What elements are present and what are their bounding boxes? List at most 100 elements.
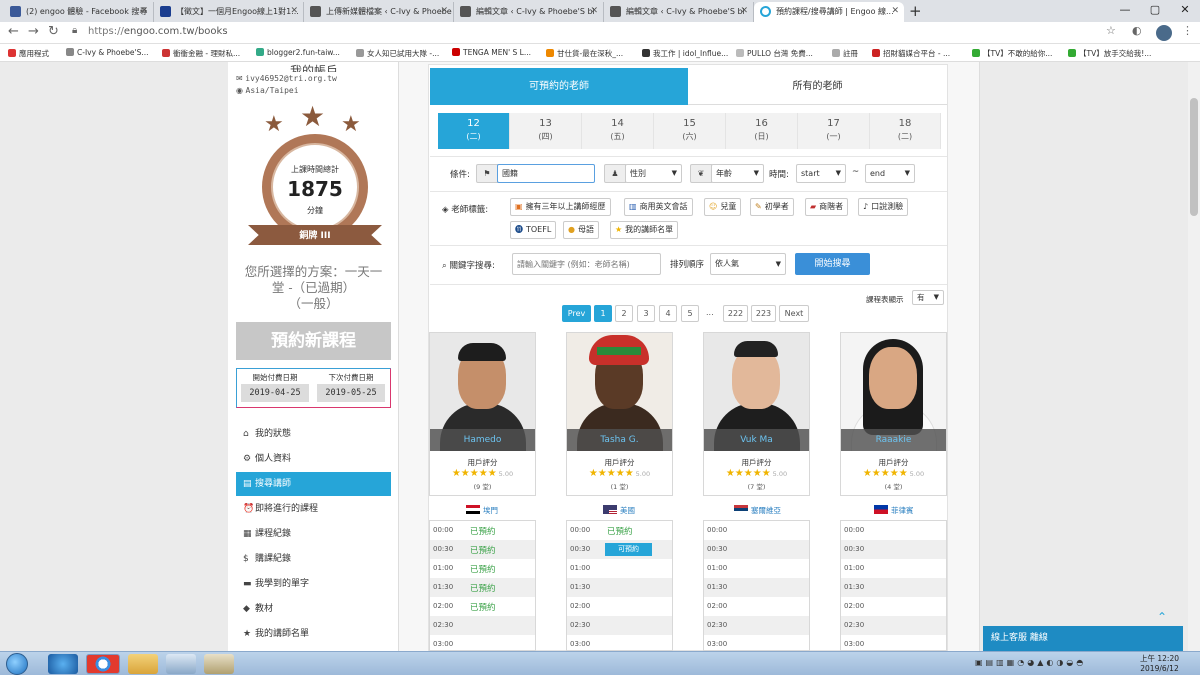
browser-tab[interactable]: 編輯文章 ‹ C-Ivy & Phoebe'S bl ✕	[454, 2, 604, 22]
bookmark-item[interactable]: PULLO 台灣 免費...	[736, 48, 813, 59]
bookmark-item[interactable]: TENGA MEN' S L...	[452, 48, 531, 57]
schedule-slot[interactable]: 00:30 可預約	[567, 540, 672, 559]
teacher-name[interactable]: Tasha G.	[567, 429, 672, 451]
tag-my-teachers[interactable]: ★ 我的講師名單	[610, 221, 679, 239]
sort-select[interactable]: 依人氣 ▼	[710, 253, 786, 275]
bookmark-item[interactable]: 應用程式	[8, 48, 49, 59]
age-select[interactable]: 年齡 ▼	[711, 164, 764, 183]
explorer-icon[interactable]	[128, 654, 158, 674]
bookmark-item[interactable]: 【TV】放手交給我!...	[1068, 48, 1151, 59]
pagination-prev[interactable]: Prev	[562, 305, 591, 322]
sidebar-item-upcoming[interactable]: ⏰即將進行的課程	[236, 497, 391, 521]
avatar[interactable]	[1156, 25, 1172, 41]
teacher-card[interactable]: Tasha G. 用戶評分 ★★★★★ 5.00 (1 堂)	[566, 332, 673, 496]
teacher-name[interactable]: Raaakie	[841, 429, 946, 451]
bookmark-item[interactable]: 招財貓媒合平台 - ...	[872, 48, 950, 59]
forward-icon[interactable]: →	[28, 24, 39, 39]
close-tab-icon[interactable]: ✕	[590, 6, 598, 16]
live-chat-button[interactable]: 線上客服 離線	[983, 626, 1183, 651]
date-tab[interactable]: 15 (六)	[654, 113, 726, 149]
schedule-toggle-select[interactable]: 有 ▼	[912, 290, 944, 305]
tab-available-teachers[interactable]: 可預約的老師	[430, 68, 688, 105]
system-tray[interactable]: ▣▤▥▦◔◕▲◐◑◒◓	[975, 658, 1086, 667]
browser-tab-active[interactable]: 預約課程/搜尋講師 | Engoo 線... ✕	[754, 2, 904, 22]
close-tab-icon[interactable]: ✕	[140, 6, 148, 16]
book-new-lesson-button[interactable]: 預約新課程	[236, 322, 391, 360]
teacher-card[interactable]: Hamedo 用戶評分 ★★★★★ 5.00 (9 堂)	[429, 332, 536, 496]
tag-kids[interactable]: ☺ 兒童	[704, 198, 742, 216]
keyword-search-input[interactable]	[512, 253, 661, 275]
pagination-page[interactable]: 2	[615, 305, 633, 322]
bookmark-item[interactable]: 女人知已試用大隊 -...	[356, 48, 439, 59]
bookmark-item[interactable]: blogger2.fun-taiw...	[256, 48, 340, 57]
start-search-button[interactable]: 開始搜尋	[795, 253, 870, 275]
teacher-card[interactable]: Raaakie 用戶評分 ★★★★★ 5.00 (4 堂)	[840, 332, 947, 496]
clock[interactable]: 上午 12:20 2019/6/12	[1140, 654, 1179, 674]
browser-tab[interactable]: (2) engoo 體驗 - Facebook 搜尋 ✕	[4, 2, 154, 22]
date-tab[interactable]: 18 (二)	[870, 113, 941, 149]
teacher-card[interactable]: Vuk Ma 用戶評分 ★★★★★ 5.00 (7 堂)	[703, 332, 810, 496]
sidebar-item-history[interactable]: ▦ 課程紀錄	[236, 522, 391, 546]
bookmark-item[interactable]: 衝衝金融 - 理財私...	[162, 48, 240, 59]
bookmark-item[interactable]: C-Ivy & Phoebe'S...	[66, 48, 148, 57]
date-tab[interactable]: 13 (四)	[510, 113, 582, 149]
gender-select[interactable]: 性別 ▼	[625, 164, 682, 183]
sidebar-item-favorite-teachers[interactable]: ★ 我的講師名單	[236, 622, 391, 646]
paint-icon[interactable]	[204, 654, 234, 674]
pagination-page[interactable]: 223	[751, 305, 776, 322]
extension-icon[interactable]: ◐	[1132, 24, 1142, 37]
close-tab-icon[interactable]: ✕	[891, 6, 899, 16]
pagination-page[interactable]: 222	[723, 305, 748, 322]
minimize-button[interactable]: —	[1110, 0, 1140, 22]
pagination-page[interactable]: 4	[659, 305, 677, 322]
browser-tab[interactable]: 【徵文】一個月Engoo線上1對1... ✕	[154, 2, 304, 22]
new-tab-button[interactable]: +	[909, 2, 922, 20]
tag-beginner[interactable]: ✎ 初學者	[750, 198, 794, 216]
more-menu-icon[interactable]: ⋮	[1182, 24, 1193, 37]
date-tab[interactable]: 14 (五)	[582, 113, 654, 149]
nationality-input[interactable]: 國籍	[497, 164, 595, 183]
back-icon[interactable]: ←	[8, 24, 19, 39]
sidebar-item-search-teachers[interactable]: ▤ 搜尋講師	[236, 472, 391, 496]
book-slot-button[interactable]: 可預約	[605, 543, 652, 556]
tag-experienced[interactable]: ▣ 擁有三年以上講師經歷	[510, 198, 611, 216]
browser-tab[interactable]: 編輯文章 ‹ C-Ivy & Phoebe'S bl ✕	[604, 2, 754, 22]
tab-all-teachers[interactable]: 所有的老師	[688, 68, 947, 105]
pagination-page[interactable]: 3	[637, 305, 655, 322]
date-tab[interactable]: 12 (二)	[438, 113, 510, 149]
tag-business-english[interactable]: ▥ 商用英文會話	[624, 198, 693, 216]
close-tab-icon[interactable]: ✕	[290, 6, 298, 16]
tag-toefl[interactable]: ⓫ TOEFL	[510, 221, 557, 239]
close-tab-icon[interactable]: ✕	[740, 6, 748, 16]
browser-tab[interactable]: 上傳新媒體檔案 ‹ C-Ivy & Phoebe ✕	[304, 2, 454, 22]
tag-native[interactable]: ● 母語	[563, 221, 599, 239]
sidebar-item-vocabulary[interactable]: ▬ 我學到的單字	[236, 572, 391, 596]
teacher-name[interactable]: Hamedo	[430, 429, 535, 451]
tag-advanced[interactable]: ▰ 商階者	[805, 198, 849, 216]
page-scrollbar[interactable]	[1188, 62, 1200, 651]
teacher-name[interactable]: Vuk Ma	[704, 429, 809, 451]
url-field[interactable]: https://engoo.com.tw/books	[88, 26, 228, 37]
maximize-button[interactable]: ▢	[1140, 0, 1170, 22]
date-tab[interactable]: 17 (一)	[798, 113, 870, 149]
ie-icon[interactable]	[48, 654, 78, 674]
app-icon[interactable]	[166, 654, 196, 674]
sidebar-item-status[interactable]: ⌂ 我的狀態	[236, 422, 391, 446]
pagination-next[interactable]: Next	[779, 305, 809, 322]
time-end-select[interactable]: end ▼	[865, 164, 915, 183]
bookmark-item[interactable]: 【TV】不敢的給你...	[972, 48, 1052, 59]
pagination-page[interactable]: 5	[681, 305, 699, 322]
bookmark-item[interactable]: 甘仕貨-最在深秋_...	[546, 48, 623, 59]
sidebar-item-profile[interactable]: ⚙ 個人資料	[236, 447, 391, 471]
tag-speaking-test[interactable]: ♪ 口說測驗	[858, 198, 909, 216]
date-tab[interactable]: 16 (日)	[726, 113, 798, 149]
close-window-button[interactable]: ✕	[1170, 0, 1200, 22]
sidebar-item-materials[interactable]: ◆ 教材	[236, 597, 391, 621]
bookmark-star-icon[interactable]: ☆	[1106, 24, 1116, 37]
chrome-icon[interactable]	[86, 654, 120, 674]
close-tab-icon[interactable]: ✕	[440, 6, 448, 16]
scroll-top-icon[interactable]: ⌃	[1157, 610, 1167, 624]
pagination-page[interactable]: 1	[594, 305, 612, 322]
sidebar-item-purchases[interactable]: $ 購課紀錄	[236, 547, 391, 571]
time-start-select[interactable]: start ▼	[796, 164, 846, 183]
